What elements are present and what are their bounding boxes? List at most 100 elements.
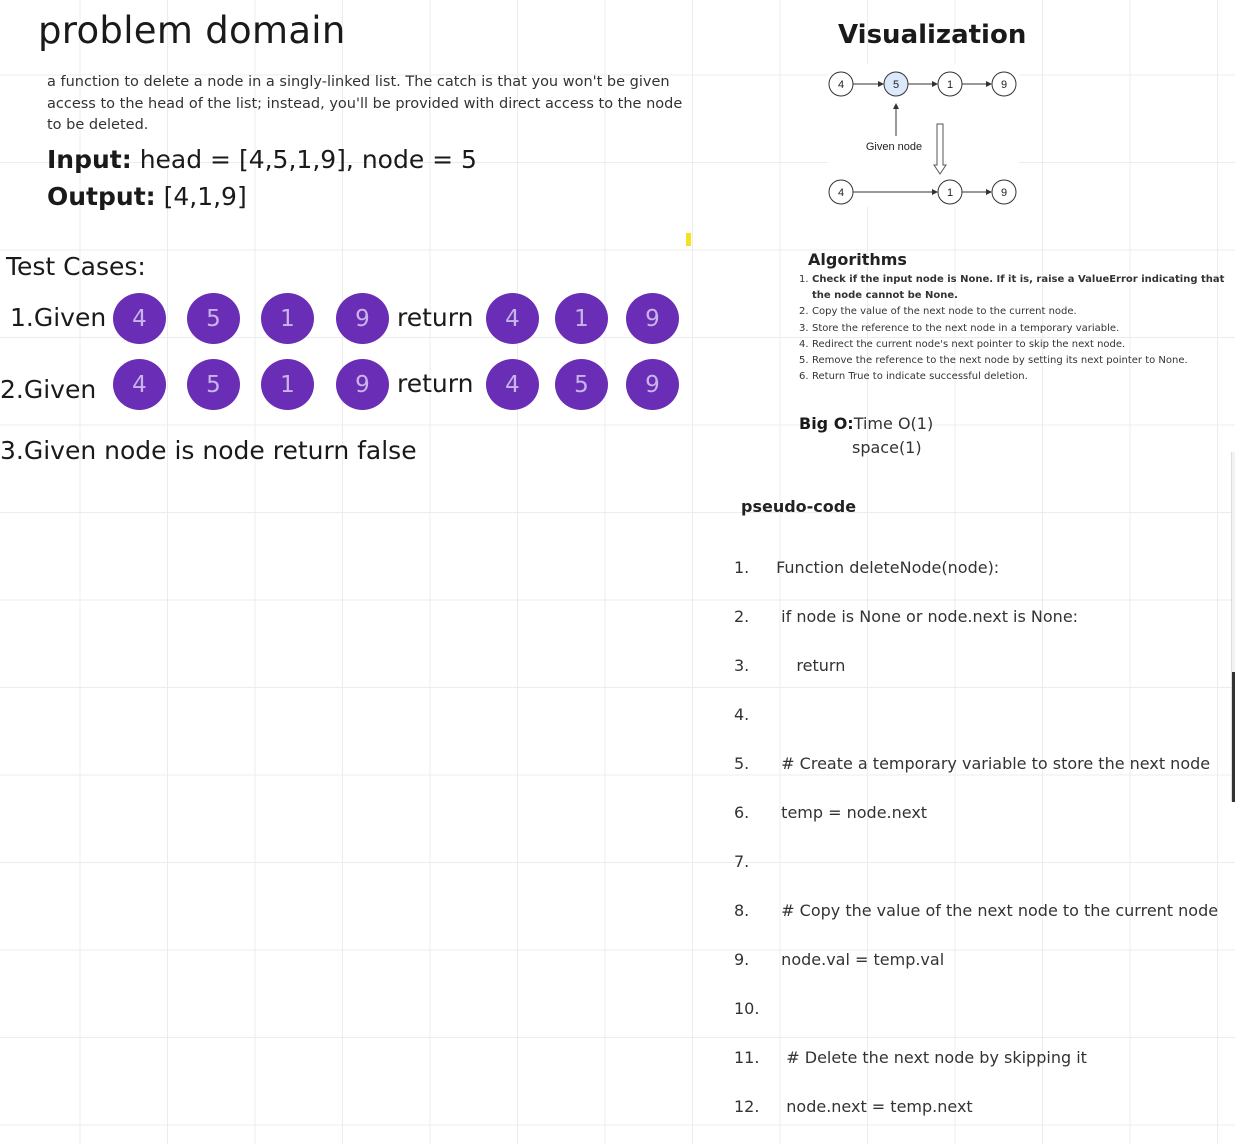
code-line: 4. (734, 703, 1218, 728)
code-line: 11. # Delete the next node by skipping i… (734, 1046, 1218, 1071)
code-line: 3. return (734, 654, 1218, 679)
algorithm-step: 4. Redirect the current node's next point… (799, 337, 1235, 353)
big-o-time: Time O(1) (853, 414, 934, 433)
linked-list-diagram-svg: 4 5 1 9 Given node 4 1 9 (828, 71, 1017, 205)
algorithm-step: 5. Remove the reference to the next node … (799, 353, 1235, 369)
code-line-number: 3. (734, 655, 750, 675)
test-case-1-result-node: 1 (555, 293, 608, 344)
code-line-text: node.next = temp.next (771, 1096, 973, 1116)
diagram-node-value: 5 (893, 79, 899, 91)
code-line: 10. (734, 997, 1218, 1022)
input-label: Input: (47, 145, 132, 174)
big-o-space: space(1) (852, 438, 922, 457)
code-line: 12. node.next = temp.next (734, 1095, 1218, 1120)
test-case-3: 3.Given node is node return false (0, 436, 417, 465)
algorithm-step-text: Remove the reference to the next node by… (812, 355, 1188, 367)
algorithm-step-number: 5. (799, 355, 809, 367)
big-o-label: Big O: (799, 414, 854, 433)
test-case-1-given-node: 5 (187, 293, 240, 344)
code-line-number: 2. (734, 606, 750, 626)
algorithm-step: 3. Store the reference to the next node i… (799, 321, 1235, 337)
test-case-1-return-word: return (397, 303, 474, 332)
test-case-1-given-node: 9 (336, 293, 389, 344)
code-line-text: if node is None or node.next is None: (771, 606, 1079, 626)
code-line-number: 5. (734, 753, 750, 773)
code-line-number: 11. (734, 1047, 760, 1067)
diagram-node-value: 9 (1001, 79, 1007, 91)
code-line-text: # Create a temporary variable to store t… (771, 753, 1211, 773)
diagram-node-value: 1 (947, 187, 953, 199)
test-case-2-given-node: 5 (187, 359, 240, 410)
big-o-line: Big O:Time O(1) (799, 414, 933, 433)
transform-down-arrow (933, 123, 947, 175)
algorithm-step-text: Return True to indicate successful delet… (812, 371, 1028, 383)
code-line-text: return (771, 655, 846, 675)
algorithm-step-text: Store the reference to the next node in … (812, 322, 1120, 334)
code-line-number: 12. (734, 1096, 760, 1116)
algorithm-step-text: Check if the input node is None. If it i… (812, 274, 1225, 302)
diagram-node-value: 4 (838, 79, 844, 91)
test-case-2-result-node: 4 (486, 359, 539, 410)
code-line: 6. temp = node.next (734, 801, 1218, 826)
code-line: 2. if node is None or node.next is None: (734, 605, 1218, 630)
problem-domain-title: problem domain (38, 9, 346, 52)
algorithm-step: 2. Copy the value of the next node to the… (799, 304, 1235, 320)
algorithm-step: 6. Return True to indicate successful del… (799, 369, 1235, 385)
code-line: 5. # Create a temporary variable to stor… (734, 752, 1218, 777)
code-line-text: # Copy the value of the next node to the… (771, 900, 1219, 920)
algorithm-step-number: 6. (799, 371, 809, 383)
test-case-2-result-node: 5 (555, 359, 608, 410)
code-line-number: 9. (734, 949, 750, 969)
algorithm-step-number: 2. (799, 306, 809, 318)
given-node-label: Given node (866, 141, 922, 153)
code-line-number: 8. (734, 900, 750, 920)
pseudo-code-title: pseudo-code (741, 497, 857, 516)
test-cases-title: Test Cases: (6, 252, 146, 281)
test-case-2-result-node: 9 (626, 359, 679, 410)
algorithm-step: 1. Check if the input node is None. If it… (799, 272, 1235, 304)
problem-description: a function to delete a node in a singly-… (47, 74, 683, 133)
algorithms-title: Algorithms (808, 250, 907, 269)
diagram-node-value: 4 (838, 187, 844, 199)
code-line: 7. (734, 850, 1218, 875)
algorithm-step-number: 3. (799, 322, 809, 334)
test-case-2-given-node: 9 (336, 359, 389, 410)
linked-list-diagram: 4 5 1 9 Given node 4 1 9 (828, 64, 1019, 207)
output-value: [4,1,9] (155, 182, 247, 211)
test-case-2-given-node: 1 (261, 359, 314, 410)
diagram-node-value: 9 (1001, 187, 1007, 199)
test-case-2-return-word: return (397, 369, 474, 398)
test-case-1-given-node: 4 (113, 293, 166, 344)
test-case-1-result-node: 9 (626, 293, 679, 344)
test-case-1-result-node: 4 (486, 293, 539, 344)
algorithm-step-number: 4. (799, 338, 809, 350)
output-label: Output: (47, 182, 156, 211)
text-cursor-marker (686, 233, 691, 246)
input-value: head = [4,5,1,9], node = 5 (131, 145, 477, 174)
code-line-text: Function deleteNode(node): (771, 557, 1000, 577)
diagram-node-value: 1 (947, 79, 953, 91)
input-line: Input: head = [4,5,1,9], node = 5 (47, 145, 477, 174)
test-case-1-label: 1.Given (10, 303, 107, 332)
code-line-text: # Delete the next node by skipping it (771, 1047, 1087, 1067)
code-line: 8. # Copy the value of the next node to … (734, 899, 1218, 924)
algorithm-step-text: Redirect the current node's next pointer… (812, 338, 1126, 350)
code-line: 1. Function deleteNode(node): (734, 556, 1218, 581)
code-line-number: 1. (734, 557, 750, 577)
code-line-number: 10. (734, 998, 760, 1018)
code-line-text: temp = node.next (771, 802, 928, 822)
pseudo-code-block: 1. Function deleteNode(node): 2. if node… (734, 531, 1218, 1144)
output-line: Output: [4,1,9] (47, 182, 247, 211)
visualization-title: Visualization (838, 20, 1027, 50)
test-case-2-label: 2.Given (0, 375, 97, 404)
code-line-text: node.val = temp.val (771, 949, 945, 969)
test-case-2-given-node: 4 (113, 359, 166, 410)
algorithm-step-number: 1. (799, 274, 809, 285)
test-case-1-given-node: 1 (261, 293, 314, 344)
algorithm-step-text: Copy the value of the next node to the c… (812, 306, 1077, 318)
code-line-number: 7. (734, 851, 750, 871)
code-line-number: 6. (734, 802, 750, 822)
code-line-number: 4. (734, 704, 750, 724)
code-line: 9. node.val = temp.val (734, 948, 1218, 973)
algorithms-list: 1. Check if the input node is None. If it… (799, 272, 1235, 385)
